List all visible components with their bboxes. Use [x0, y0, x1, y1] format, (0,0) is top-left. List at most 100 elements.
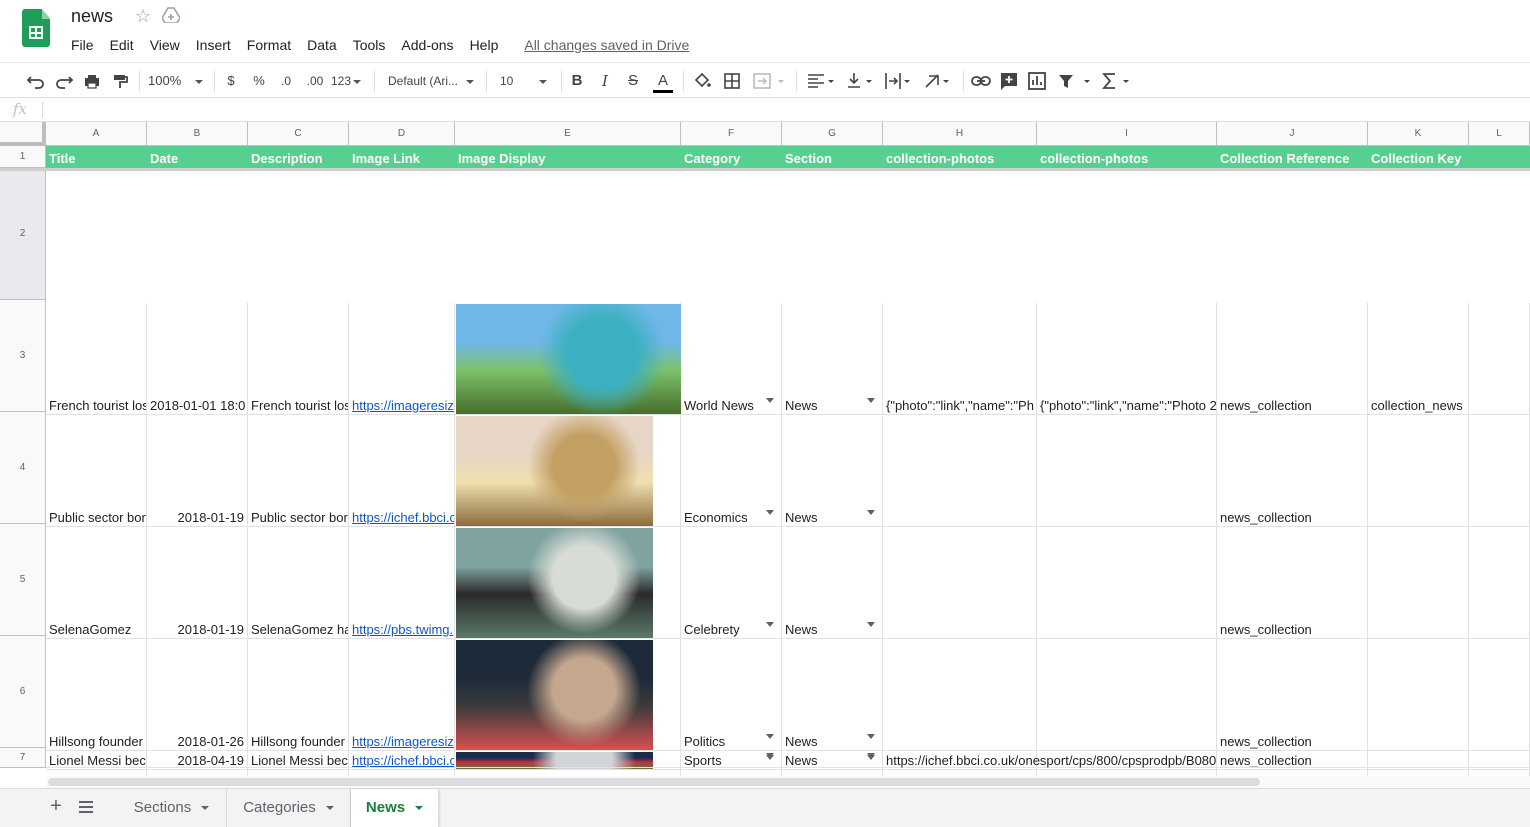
- photos-2-cell[interactable]: [1037, 639, 1217, 751]
- more-formats-select[interactable]: 123: [331, 67, 365, 95]
- empty-cell[interactable]: [681, 768, 782, 776]
- column-header-d[interactable]: D: [349, 122, 455, 146]
- row-header-7[interactable]: 7: [0, 748, 46, 768]
- save-status-link[interactable]: All changes saved in Drive: [516, 36, 697, 56]
- empty-cell[interactable]: [147, 748, 248, 768]
- italic-button[interactable]: I: [597, 67, 613, 95]
- empty-cell[interactable]: [46, 768, 147, 776]
- column-header-h[interactable]: H: [883, 122, 1037, 146]
- column-header-k[interactable]: K: [1368, 122, 1469, 146]
- column-header-e[interactable]: E: [455, 122, 681, 146]
- date-cell[interactable]: 2018-01-01 18:0: [147, 303, 248, 415]
- text-color-button[interactable]: A: [652, 67, 674, 95]
- empty-cell[interactable]: [349, 748, 455, 768]
- header-cell-col-g[interactable]: Section: [782, 146, 883, 168]
- select-all-corner[interactable]: [0, 122, 46, 146]
- redo-icon[interactable]: [54, 67, 74, 95]
- merge-cells-icon[interactable]: [752, 67, 786, 95]
- photos-1-cell[interactable]: https://ichef.bbci.co.uk/onesport/cps/80…: [883, 751, 1216, 770]
- header-cell-col-h[interactable]: collection-photos: [883, 146, 1037, 168]
- category-cell[interactable]: Economics: [681, 415, 782, 527]
- dropdown-arrow-icon[interactable]: [867, 734, 875, 739]
- row-header-6[interactable]: 6: [0, 636, 46, 748]
- dropdown-arrow-icon[interactable]: [867, 622, 875, 627]
- insert-link-icon[interactable]: [970, 67, 992, 95]
- print-icon[interactable]: [82, 67, 102, 95]
- undo-icon[interactable]: [26, 67, 46, 95]
- menu-file[interactable]: File: [63, 36, 102, 56]
- menu-edit[interactable]: Edit: [102, 36, 142, 56]
- header-cell-col-l[interactable]: [1469, 146, 1530, 168]
- star-icon[interactable]: ☆: [135, 6, 151, 27]
- empty-cell[interactable]: [1469, 639, 1530, 751]
- empty-cell[interactable]: [1469, 527, 1530, 639]
- bold-button[interactable]: B: [569, 67, 585, 95]
- text-wrapping-icon[interactable]: [884, 67, 916, 95]
- functions-icon[interactable]: [1100, 67, 1134, 95]
- column-header-l[interactable]: L: [1469, 122, 1530, 146]
- menu-view[interactable]: View: [142, 36, 188, 56]
- currency-format-button[interactable]: $: [222, 67, 240, 95]
- header-cell-col-j[interactable]: Collection Reference: [1217, 146, 1368, 168]
- title-cell[interactable]: SelenaGomez: [46, 527, 147, 639]
- title-cell[interactable]: Hillsong founder: [46, 639, 147, 751]
- sheets-logo-icon[interactable]: [22, 9, 50, 47]
- sheet-tab-sections[interactable]: Sections: [117, 789, 227, 827]
- empty-cell[interactable]: [1368, 768, 1469, 776]
- empty-cell[interactable]: [1469, 415, 1530, 527]
- header-cell-col-e[interactable]: Image Display: [455, 146, 681, 168]
- column-header-c[interactable]: C: [248, 122, 349, 146]
- date-cell[interactable]: 2018-01-19: [147, 527, 248, 639]
- text-rotation-icon[interactable]: [923, 67, 955, 95]
- photos-2-cell[interactable]: [1037, 415, 1217, 527]
- empty-cell[interactable]: [349, 768, 455, 776]
- image-link-text[interactable]: https://ichef.bbci.c: [352, 510, 454, 525]
- image-link-cell[interactable]: https://imageresiz: [349, 303, 455, 415]
- strikethrough-button[interactable]: S: [625, 67, 641, 95]
- title-cell[interactable]: Public sector bor: [46, 415, 147, 527]
- description-cell[interactable]: French tourist los: [248, 303, 349, 415]
- section-cell[interactable]: News: [782, 527, 883, 639]
- menu-format[interactable]: Format: [239, 36, 299, 56]
- dropdown-arrow-icon[interactable]: [867, 398, 875, 403]
- collection-key-cell[interactable]: [1368, 527, 1469, 639]
- row-header-1[interactable]: 1: [0, 146, 46, 168]
- insert-chart-icon[interactable]: [1026, 67, 1048, 95]
- header-cell-col-d[interactable]: Image Link: [349, 146, 455, 168]
- dropdown-arrow-icon[interactable]: [766, 510, 774, 515]
- menu-tools[interactable]: Tools: [345, 36, 394, 56]
- photos-2-cell[interactable]: [1037, 527, 1217, 639]
- header-cell-col-f[interactable]: Category: [681, 146, 782, 168]
- menu-insert[interactable]: Insert: [188, 36, 239, 56]
- collection-ref-cell[interactable]: news_collection: [1217, 527, 1368, 639]
- document-title[interactable]: news: [71, 6, 113, 27]
- increase-decimals-button[interactable]: .00: [303, 67, 327, 95]
- empty-cell[interactable]: [782, 768, 883, 776]
- header-cell-col-a[interactable]: Title: [46, 146, 147, 168]
- section-cell[interactable]: News: [782, 415, 883, 527]
- collection-key-cell[interactable]: [1368, 639, 1469, 751]
- empty-cell[interactable]: [46, 748, 147, 768]
- header-cell-col-c[interactable]: Description: [248, 146, 349, 168]
- dropdown-arrow-icon[interactable]: [867, 510, 875, 515]
- dropdown-arrow-icon[interactable]: [867, 755, 875, 760]
- horizontal-align-icon[interactable]: [806, 67, 838, 95]
- image-link-text[interactable]: https://imageresiz: [352, 734, 454, 749]
- frozen-row-divider[interactable]: [0, 168, 1530, 171]
- sheet-tab-categories[interactable]: Categories: [227, 789, 351, 827]
- menu-addons[interactable]: Add-ons: [393, 36, 461, 56]
- column-header-b[interactable]: B: [147, 122, 248, 146]
- column-header-a[interactable]: A: [46, 122, 147, 146]
- empty-cell[interactable]: [1469, 768, 1530, 776]
- empty-cell[interactable]: [681, 748, 782, 768]
- zoom-select[interactable]: 100%: [148, 67, 206, 95]
- horizontal-scrollbar[interactable]: [46, 776, 1530, 788]
- photos-1-cell[interactable]: [883, 639, 1037, 751]
- category-cell[interactable]: World News: [681, 303, 782, 415]
- all-sheets-icon[interactable]: [79, 801, 93, 813]
- category-cell[interactable]: Celebrety: [681, 527, 782, 639]
- row-header-5[interactable]: 5: [0, 524, 46, 636]
- photos-1-cell[interactable]: {"photo":"link","name":"Ph: [883, 303, 1037, 415]
- menu-data[interactable]: Data: [299, 36, 345, 56]
- empty-cell[interactable]: [248, 768, 349, 776]
